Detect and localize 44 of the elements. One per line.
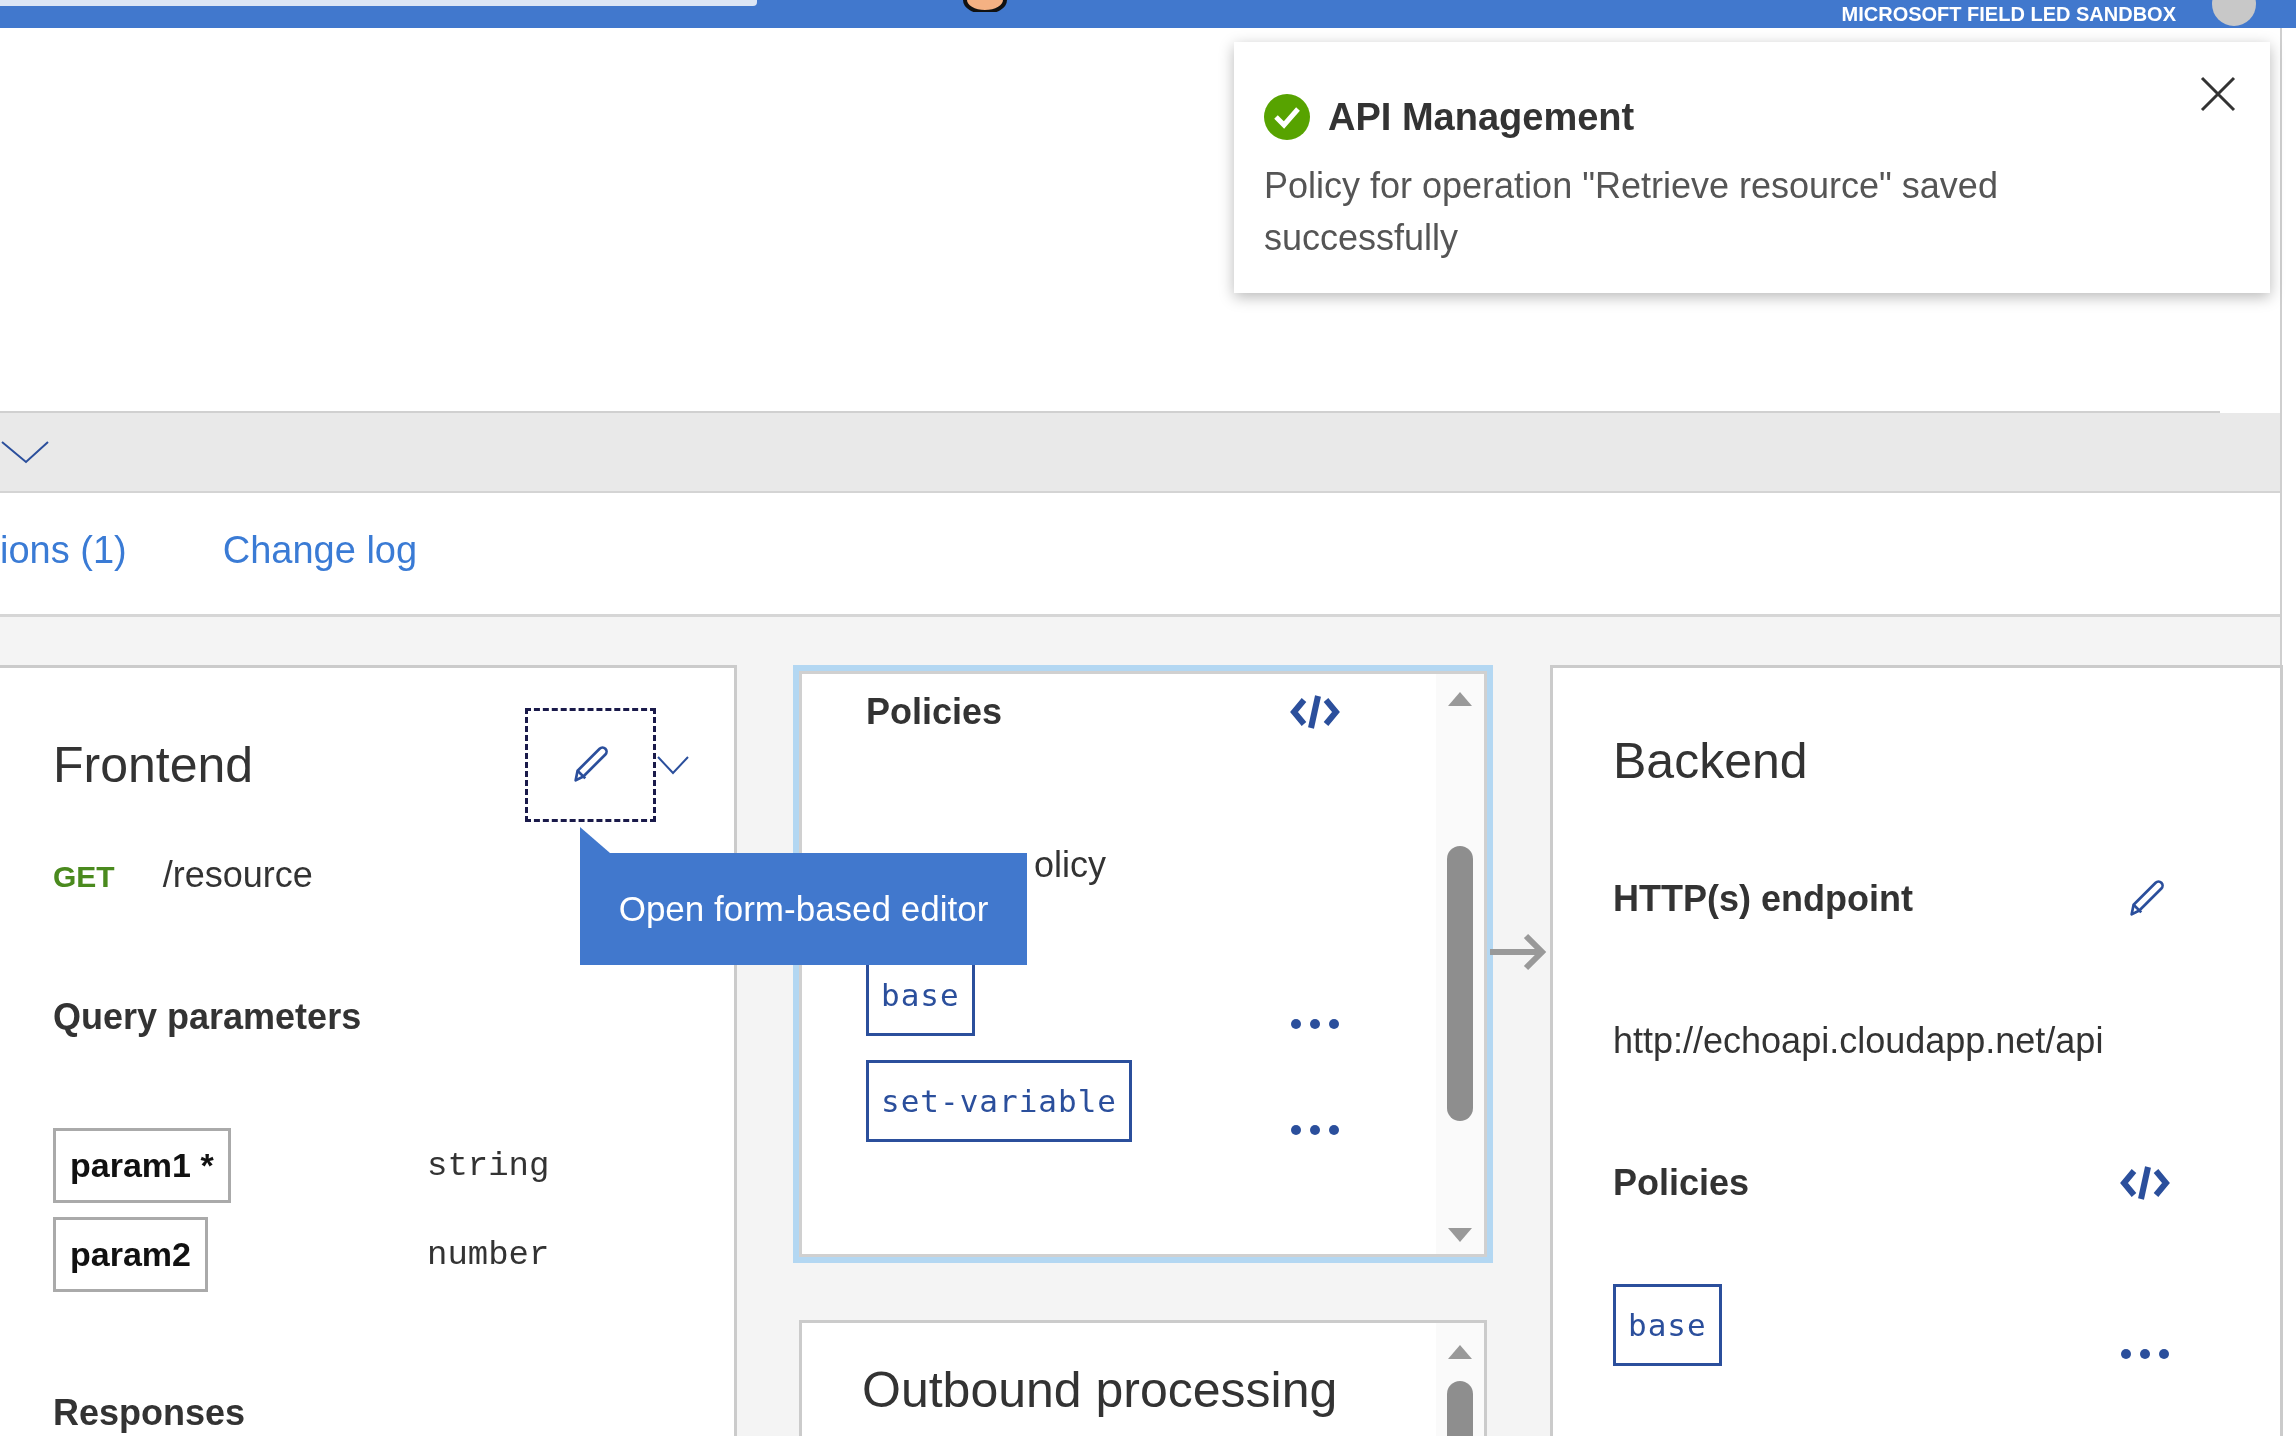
policy-chip[interactable]: base xyxy=(1613,1284,1722,1366)
scrollbar[interactable] xyxy=(1436,674,1484,1254)
tab-link[interactable]: ions (1) xyxy=(0,528,127,579)
url-path: /resource xyxy=(162,854,313,896)
code-editor-button[interactable] xyxy=(1290,692,1340,732)
parameter-type: number xyxy=(427,1235,551,1274)
panel-title: Frontend xyxy=(53,736,254,794)
more-icon xyxy=(1290,1018,1340,1030)
panel-title: Outbound processing xyxy=(862,1361,1339,1419)
parameter-type: string xyxy=(427,1146,551,1185)
scroll-down-icon[interactable] xyxy=(1448,1228,1472,1242)
more-icon xyxy=(1290,1124,1340,1136)
parameter-name: param2 xyxy=(53,1217,208,1292)
chevron-icon[interactable] xyxy=(0,438,50,466)
section-title: Query parameters xyxy=(53,996,363,1038)
account-name[interactable]: MICROSOFT FIELD LED SANDBOX xyxy=(1841,2,2176,26)
close-button[interactable] xyxy=(2198,74,2238,114)
toast-message: Policy for operation "Retrieve resource" saved successfully xyxy=(1264,164,1999,260)
face-icon xyxy=(962,0,1008,12)
close-icon xyxy=(2198,74,2238,114)
success-icon xyxy=(1264,94,1310,140)
scroll-up-icon[interactable] xyxy=(1448,692,1472,706)
panel-title: Backend xyxy=(1613,732,1809,790)
endpoint-url: http://echoapi.cloudapp.net/api xyxy=(1613,1020,2105,1062)
scrollbar-thumb[interactable] xyxy=(1447,846,1473,1121)
code-icon xyxy=(1290,692,1340,732)
parameter-name: param1 * xyxy=(53,1128,231,1203)
code-icon xyxy=(2120,1163,2170,1203)
code-editor-button[interactable] xyxy=(2120,1163,2170,1203)
section-title: Policies xyxy=(1613,1162,1750,1204)
section-title: Responses xyxy=(53,1392,247,1434)
tab-link[interactable]: Change log xyxy=(222,528,418,579)
http-method: GET xyxy=(53,860,115,894)
search-field[interactable] xyxy=(0,0,757,6)
add-policy-link[interactable]: olicy xyxy=(1034,844,1107,886)
toast-title: API Management xyxy=(1328,95,1635,140)
tooltip-pointer xyxy=(580,827,610,853)
more-icon xyxy=(2120,1348,2170,1360)
panel-title: Policies xyxy=(866,691,1003,733)
scroll-up-icon[interactable] xyxy=(1448,1345,1472,1359)
section-title: HTTP(s) endpoint xyxy=(1613,878,1913,920)
edit-button[interactable] xyxy=(525,708,656,822)
tooltip: Open form-based editor xyxy=(580,853,1027,965)
policy-chip[interactable]: set-variable xyxy=(866,1060,1132,1142)
